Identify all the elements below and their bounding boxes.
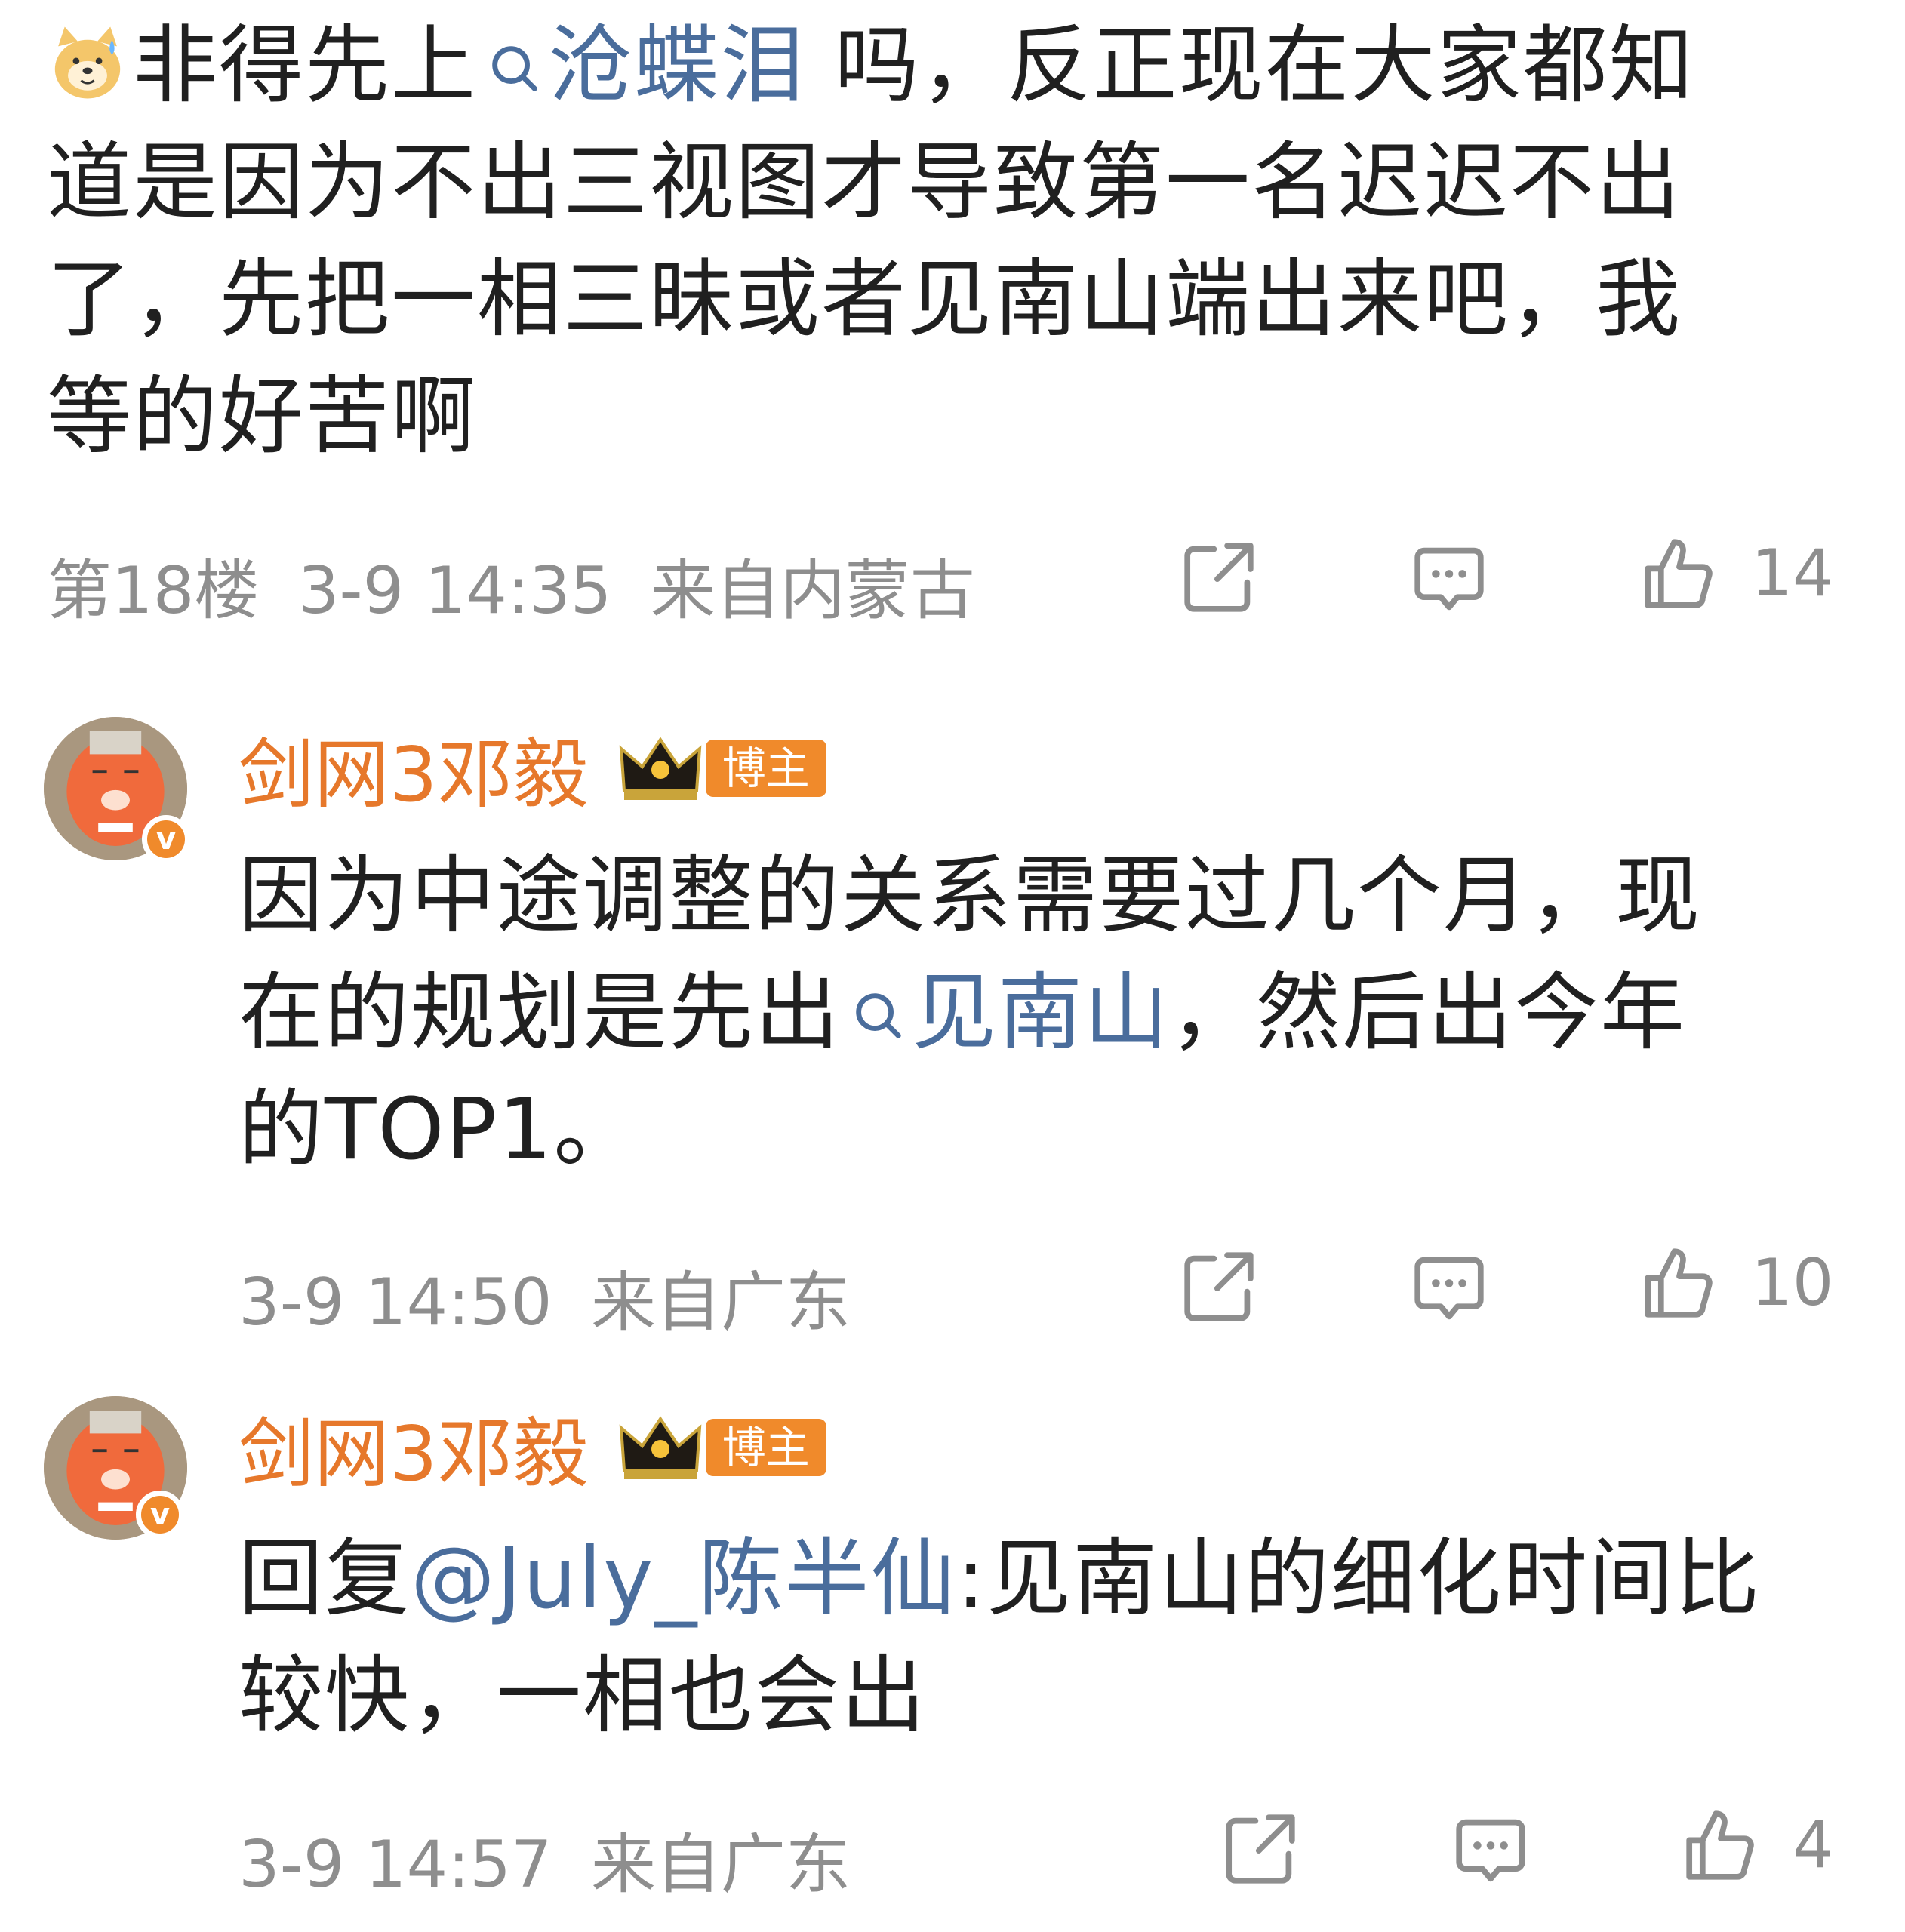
search-icon: [856, 993, 901, 1038]
comment-time: 3-9 14:35: [297, 553, 612, 629]
share-button[interactable]: [1177, 1245, 1260, 1331]
like-count: 10: [1751, 1245, 1834, 1321]
mention-link[interactable]: @July_陈半仙: [411, 1530, 956, 1628]
share-button[interactable]: [1219, 1807, 1302, 1894]
comment-icon: [1456, 1819, 1525, 1882]
reply-text: 因为中途调整的关系需要过几个月，现 在的规划是先出 见南山，然后出今年 的TOP1…: [239, 838, 1884, 1189]
like-button[interactable]: 4: [1679, 1804, 1834, 1887]
verified-badge-icon: v: [142, 815, 190, 863]
comment-line-3: 了，先把一相三昧或者见南山端出来吧，我: [47, 251, 1682, 349]
like-button[interactable]: 14: [1638, 532, 1833, 615]
topic-link-jiannanshan[interactable]: 见南山: [841, 964, 1170, 1062]
reply-meta: 3-9 14:50 来自广东: [239, 1249, 851, 1343]
like-icon: [1645, 539, 1713, 608]
share-icon: [1226, 1814, 1295, 1884]
like-count: 4: [1793, 1807, 1834, 1883]
reply-line-1: 回复@July_陈半仙:见南山的细化时间比: [239, 1530, 1762, 1628]
dog-sweat-emoji: [54, 26, 121, 99]
like-button[interactable]: 10: [1638, 1241, 1833, 1324]
comment-text: 非得先上 沧蝶泪 吗，反正现在大家都知 道是因为不出三视图才导致第一名迟迟不出 了…: [47, 8, 1888, 475]
blogger-tag: 博主: [705, 739, 826, 797]
share-icon: [1184, 543, 1254, 612]
reply-username[interactable]: 剑网3邓毅: [239, 1410, 589, 1498]
crown-icon: [619, 1415, 702, 1479]
reply-header: 剑网3邓毅 博主: [239, 1392, 826, 1502]
like-icon: [1686, 1810, 1754, 1880]
reply-line-3: 的TOP1。: [239, 1081, 640, 1179]
comment-icon: [1414, 1257, 1484, 1320]
comment-meta: 第18楼 3-9 14:35 来自内蒙古: [47, 537, 975, 632]
comment-line-2: 道是因为不出三视图才导致第一名迟迟不出: [47, 134, 1682, 232]
share-button[interactable]: [1177, 536, 1260, 622]
reply-line-2: 在的规划是先出 见南山，然后出今年: [239, 964, 1686, 1062]
reply-line-2: 较快，一相也会出: [239, 1647, 927, 1745]
reply-meta: 3-9 14:57 来自广东: [239, 1811, 851, 1906]
share-icon: [1184, 1252, 1254, 1321]
reply-username[interactable]: 剑网3邓毅: [239, 731, 589, 819]
reply-header: 剑网3邓毅 博主: [239, 713, 826, 823]
blogger-tag: 博主: [705, 1418, 826, 1476]
reply-line-1: 因为中途调整的关系需要过几个月，现: [239, 847, 1701, 945]
comment-button[interactable]: [1408, 537, 1491, 623]
floor-number: 第18楼: [47, 553, 260, 629]
comment-location: 来自内蒙古: [650, 553, 975, 629]
like-icon: [1645, 1248, 1713, 1318]
comment-button[interactable]: [1449, 1809, 1532, 1895]
verified-badge-icon: v: [136, 1491, 184, 1539]
topic-link-cangdielei[interactable]: 沧蝶泪: [477, 17, 806, 115]
search-icon: [492, 46, 537, 91]
reply-text: 回复@July_陈半仙:见南山的细化时间比 较快，一相也会出: [239, 1521, 1884, 1755]
comment-icon: [1414, 547, 1484, 611]
reply-location: 来自广东: [590, 1265, 851, 1340]
comment-button[interactable]: [1408, 1247, 1491, 1333]
comment-line-1: 非得先上 沧蝶泪 吗，反正现在大家都知: [47, 8, 1888, 125]
comment-line-4: 等的好苦啊: [47, 368, 477, 466]
reply-time: 3-9 14:50: [239, 1265, 552, 1340]
crown-icon: [619, 736, 702, 800]
like-count: 14: [1751, 536, 1834, 611]
reply-time: 3-9 14:57: [239, 1827, 552, 1903]
reply-location: 来自广东: [590, 1827, 851, 1903]
